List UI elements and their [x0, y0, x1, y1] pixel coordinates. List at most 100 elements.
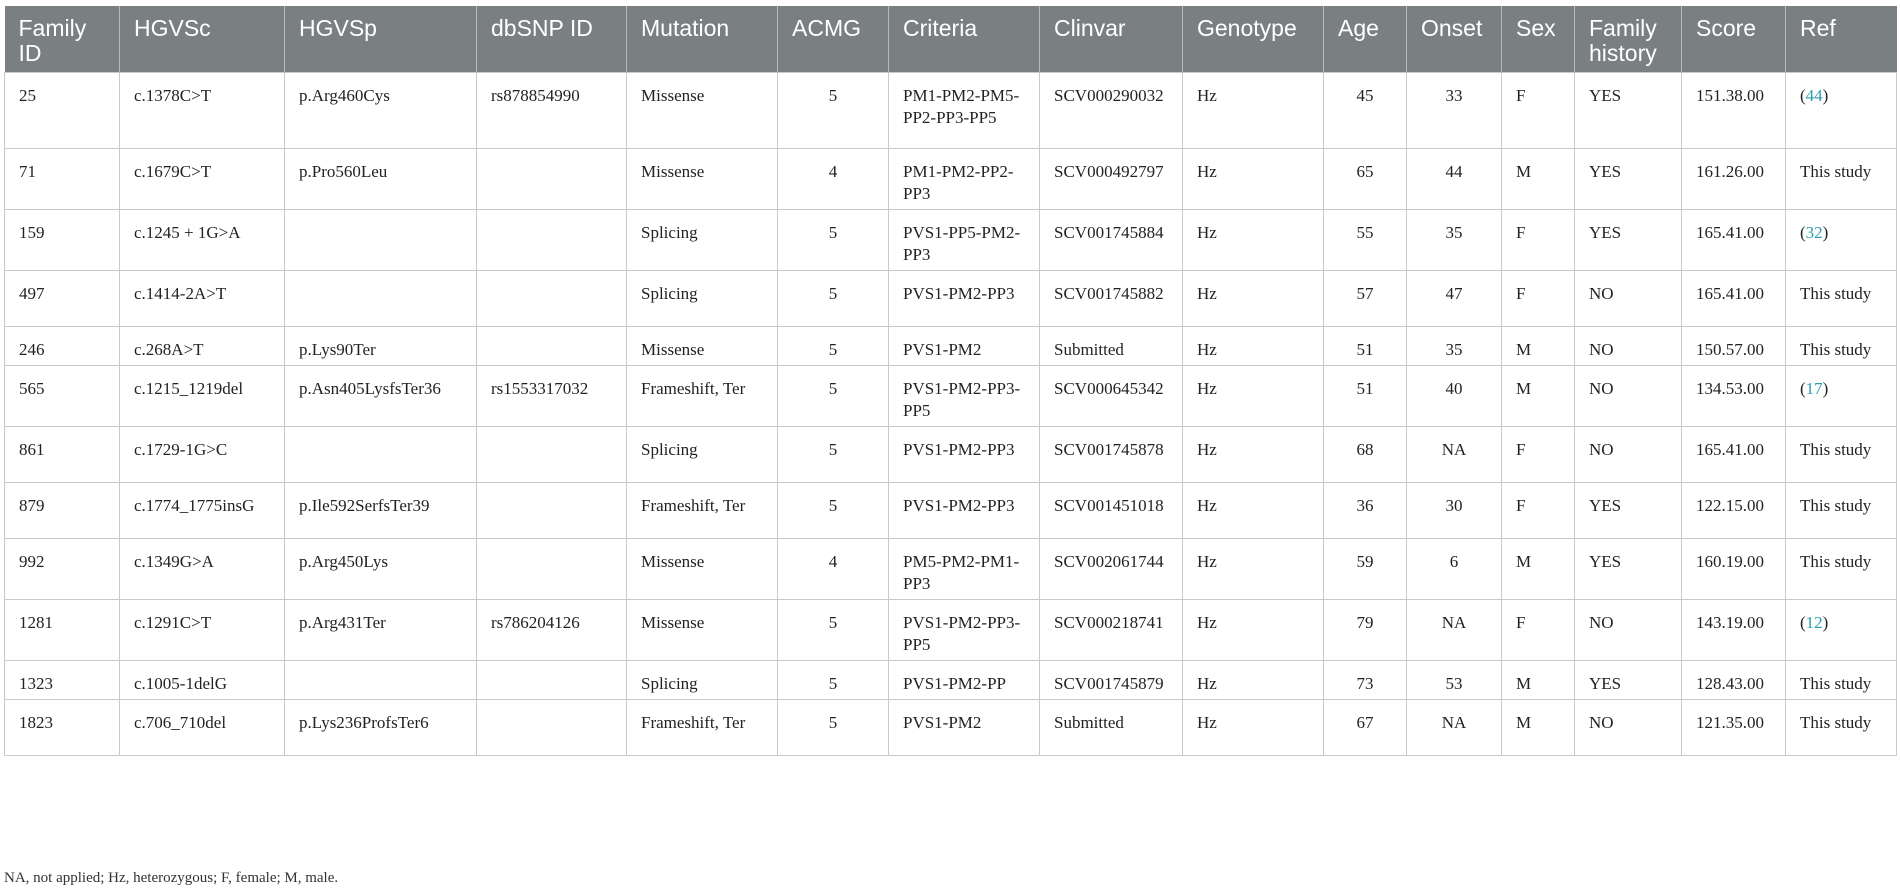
- cell-hgvsc: c.1774_1775insG: [119, 482, 285, 539]
- cell-hgvsc: c.1215_1219del: [119, 365, 285, 427]
- cell-ref: (17): [1785, 365, 1897, 427]
- cell-hgvsc: c.1414-2A>T: [119, 270, 285, 327]
- cell-score: 165.41.00: [1681, 426, 1786, 483]
- reference-link[interactable]: 17: [1806, 379, 1823, 398]
- cell-ref: This study: [1785, 538, 1897, 600]
- table-row: 246 c.268A>T p.Lys90Ter Missense 5 PVS1-PM2 Su…: [4, 326, 1897, 366]
- cell-criteria: PVS1-PM2-PP3-PP5: [888, 365, 1040, 427]
- cell-hgvsc: c.268A>T: [119, 326, 285, 366]
- table-row: 1823 c.706_710del p.Lys236ProfsTer6 Framesh…: [4, 699, 1897, 756]
- cell-age: 55: [1323, 209, 1407, 271]
- cell-onset: 33: [1406, 72, 1502, 149]
- cell-dbsnp: [476, 660, 627, 700]
- cell-mutation: Missense: [626, 326, 778, 366]
- cell-criteria: PVS1-PM2-PP3: [888, 482, 1040, 539]
- cell-criteria: PVS1-PM2-PP3: [888, 426, 1040, 483]
- cell-mutation: Splicing: [626, 660, 778, 700]
- cell-onset: 35: [1406, 326, 1502, 366]
- column-header-ref: Ref: [1785, 6, 1897, 73]
- column-header-score: Score: [1681, 6, 1786, 73]
- cell-hgvsc: c.1245 + 1G>A: [119, 209, 285, 271]
- cell-hgvsp: [284, 660, 477, 700]
- cell-age: 65: [1323, 148, 1407, 210]
- cell-age: 79: [1323, 599, 1407, 661]
- reference-link[interactable]: 32: [1806, 223, 1823, 242]
- cell-clinvar: SCV000645342: [1039, 365, 1183, 427]
- cell-ref: This study: [1785, 699, 1897, 756]
- variants-table: Family ID HGVSc HGVSp dbSNP ID Mutation ACMG C…: [4, 6, 1897, 756]
- cell-mutation: Missense: [626, 72, 778, 149]
- cell-hgvsc: c.1378C>T: [119, 72, 285, 149]
- cell-dbsnp: [476, 326, 627, 366]
- cell-score: 151.38.00: [1681, 72, 1786, 149]
- cell-score: 161.26.00: [1681, 148, 1786, 210]
- cell-age: 68: [1323, 426, 1407, 483]
- cell-clinvar: SCV001451018: [1039, 482, 1183, 539]
- cell-acmg: 5: [777, 365, 889, 427]
- cell-clinvar: SCV001745878: [1039, 426, 1183, 483]
- table-row: 879 c.1774_1775insG p.Ile592SerfsTer39 Fram…: [4, 482, 1897, 539]
- cell-family-id: 497: [4, 270, 120, 327]
- header-row: Family ID HGVSc HGVSp dbSNP ID Mutation ACMG C…: [4, 6, 1897, 73]
- column-header-mutation: Mutation: [626, 6, 778, 73]
- cell-ref: This study: [1785, 148, 1897, 210]
- cell-family-history: YES: [1574, 209, 1682, 271]
- cell-sex: M: [1501, 699, 1575, 756]
- reference-link[interactable]: 44: [1806, 86, 1823, 105]
- cell-mutation: Frameshift, Ter: [626, 365, 778, 427]
- ref-paren-close: ): [1822, 613, 1829, 632]
- cell-dbsnp: [476, 270, 627, 327]
- cell-family-history: YES: [1574, 72, 1682, 149]
- cell-mutation: Missense: [626, 599, 778, 661]
- table-row: 992 c.1349G>A p.Arg450Lys Missense 4 PM5-PM2-…: [4, 538, 1897, 600]
- cell-ref: (32): [1785, 209, 1897, 271]
- column-header-clinvar: Clinvar: [1039, 6, 1183, 73]
- cell-age: 36: [1323, 482, 1407, 539]
- cell-clinvar: SCV001745879: [1039, 660, 1183, 700]
- column-header-criteria: Criteria: [888, 6, 1040, 73]
- cell-clinvar: SCV001745882: [1039, 270, 1183, 327]
- cell-ref: (44): [1785, 72, 1897, 149]
- cell-sex: M: [1501, 326, 1575, 366]
- cell-score: 121.35.00: [1681, 699, 1786, 756]
- cell-onset: NA: [1406, 599, 1502, 661]
- cell-mutation: Splicing: [626, 426, 778, 483]
- cell-family-history: NO: [1574, 326, 1682, 366]
- column-header-hgvsp: HGVSp: [284, 6, 477, 73]
- cell-hgvsp: p.Arg450Lys: [284, 538, 477, 600]
- cell-onset: 44: [1406, 148, 1502, 210]
- cell-age: 59: [1323, 538, 1407, 600]
- cell-sex: F: [1501, 209, 1575, 271]
- cell-onset: 53: [1406, 660, 1502, 700]
- cell-acmg: 5: [777, 270, 889, 327]
- cell-criteria: PM1-PM2-PM5-PP2-PP3-PP5: [888, 72, 1040, 149]
- cell-family-id: 25: [4, 72, 120, 149]
- column-header-onset: Onset: [1406, 6, 1502, 73]
- cell-genotype: Hz: [1182, 426, 1324, 483]
- cell-acmg: 5: [777, 660, 889, 700]
- cell-hgvsp: p.Lys236ProfsTer6: [284, 699, 477, 756]
- cell-criteria: PVS1-PM2-PP3-PP5: [888, 599, 1040, 661]
- cell-criteria: PVS1-PP5-PM2-PP3: [888, 209, 1040, 271]
- reference-link[interactable]: 12: [1806, 613, 1823, 632]
- cell-mutation: Missense: [626, 538, 778, 600]
- cell-genotype: Hz: [1182, 72, 1324, 149]
- cell-score: 160.19.00: [1681, 538, 1786, 600]
- cell-acmg: 5: [777, 426, 889, 483]
- cell-hgvsp: p.Arg431Ter: [284, 599, 477, 661]
- table-row: 861 c.1729-1G>C Splicing 5 PVS1-PM2-PP3 SCV00…: [4, 426, 1897, 483]
- table-footnote: NA, not applied; Hz, heterozygous; F, fe…: [4, 870, 339, 886]
- cell-family-history: YES: [1574, 660, 1682, 700]
- cell-family-history: NO: [1574, 599, 1682, 661]
- cell-family-id: 1323: [4, 660, 120, 700]
- cell-score: 134.53.00: [1681, 365, 1786, 427]
- cell-genotype: Hz: [1182, 365, 1324, 427]
- cell-hgvsc: c.706_710del: [119, 699, 285, 756]
- cell-dbsnp: [476, 482, 627, 539]
- cell-family-id: 71: [4, 148, 120, 210]
- cell-sex: F: [1501, 599, 1575, 661]
- cell-hgvsp: [284, 426, 477, 483]
- cell-age: 57: [1323, 270, 1407, 327]
- cell-hgvsc: c.1349G>A: [119, 538, 285, 600]
- cell-age: 51: [1323, 326, 1407, 366]
